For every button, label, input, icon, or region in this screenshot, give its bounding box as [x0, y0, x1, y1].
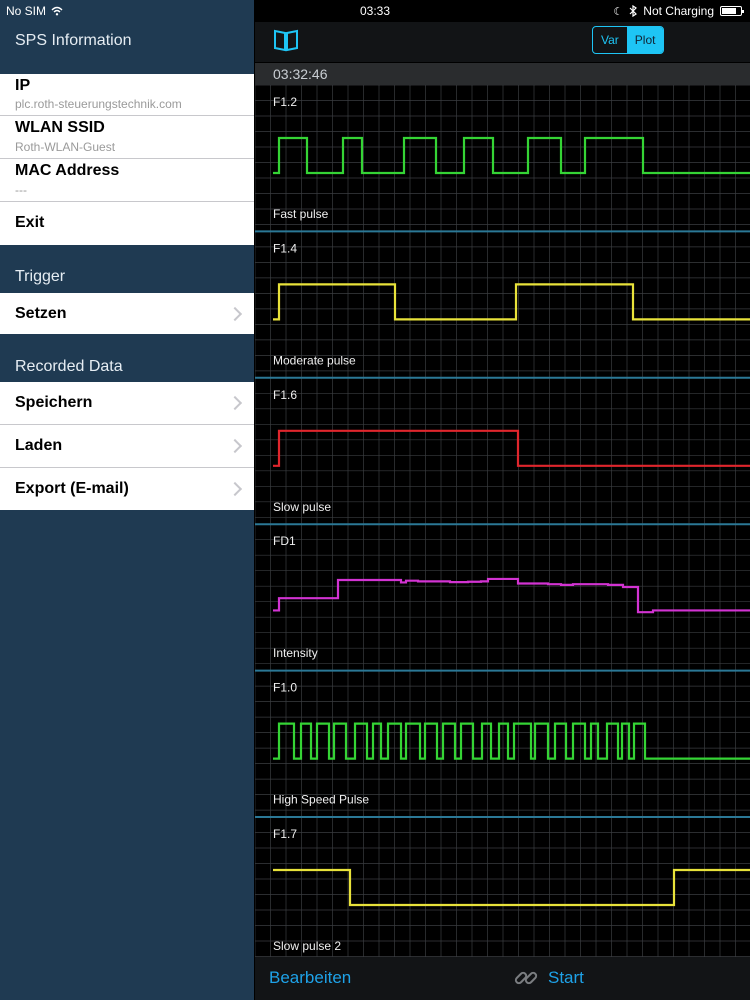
speichern-label: Speichern: [15, 394, 93, 411]
moon-icon: ☾: [613, 5, 624, 18]
section-header-recorded-data: Recorded Data: [15, 358, 123, 375]
signal-trace: [273, 868, 750, 907]
plot-f1-7: F1.7 Slow pulse 2: [255, 816, 750, 957]
ip-row[interactable]: IP plc.roth-steuerungstechnik.com: [0, 74, 254, 116]
timestamp: 03:32:46: [255, 63, 750, 85]
plot-panel: Var Plot 03:32:46 F1.2 Fast pulse F1.4 Mode…: [255, 0, 750, 1000]
speichern-row[interactable]: Speichern: [0, 382, 254, 425]
charging-status: Not Charging: [643, 4, 714, 18]
edit-button[interactable]: Bearbeiten: [269, 968, 351, 988]
section-header-sps-information: SPS Information: [15, 32, 132, 49]
status-bar: No SIM 03:33 ☾ Not Charging: [0, 0, 750, 22]
export-email-row[interactable]: Export (E-mail): [0, 468, 254, 510]
exit-label: Exit: [15, 214, 45, 231]
trigger-group: Setzen: [0, 293, 254, 334]
wlan-ssid-value: Roth-WLAN-Guest: [15, 140, 116, 154]
wlan-ssid-row[interactable]: WLAN SSID Roth-WLAN-Guest: [0, 116, 254, 159]
plot-segment[interactable]: Plot: [626, 27, 664, 53]
signal-id-label: F1.0: [273, 681, 297, 695]
wlan-ssid-label: WLAN SSID: [15, 119, 105, 136]
bottom-toolbar: Bearbeiten Start: [255, 957, 750, 1000]
ip-label: IP: [15, 77, 31, 94]
export-email-label: Export (E-mail): [15, 480, 129, 497]
sps-information-group: IP plc.roth-steuerungstechnik.com WLAN S…: [0, 74, 254, 245]
signal-name-label: Slow pulse: [273, 500, 331, 514]
laden-row[interactable]: Laden: [0, 425, 254, 468]
var-segment[interactable]: Var: [593, 27, 627, 53]
signal-trace: [273, 722, 750, 760]
plot-f1-0: F1.0 High Speed Pulse: [255, 669, 750, 817]
plot-f1-6: F1.6 Slow pulse: [255, 376, 750, 525]
signal-name-label: Moderate pulse: [273, 353, 356, 367]
laden-label: Laden: [15, 437, 63, 454]
signal-trace: [273, 577, 750, 614]
signal-name-label: High Speed Pulse: [273, 793, 369, 807]
section-header-trigger: Trigger: [15, 268, 66, 285]
battery-icon: [720, 6, 744, 16]
ip-value: plc.roth-steuerungstechnik.com: [15, 97, 182, 111]
plot-f1-2: F1.2 Fast pulse: [255, 85, 750, 232]
mac-address-label: MAC Address: [15, 162, 120, 179]
signal-id-label: F1.7: [273, 827, 297, 841]
start-button[interactable]: Start: [548, 968, 584, 988]
signal-name-label: Fast pulse: [273, 207, 329, 221]
plot-f1-4: F1.4 Moderate pulse: [255, 230, 750, 378]
exit-row[interactable]: Exit: [0, 202, 254, 245]
recorded-data-group: Speichern Laden Export (E-mail): [0, 382, 254, 510]
link-icon: [514, 971, 538, 985]
signal-id-label: F1.6: [273, 388, 297, 402]
signal-name-label: Slow pulse 2: [273, 939, 341, 953]
setzen-label: Setzen: [15, 305, 67, 322]
plot-toolbar: Var Plot: [255, 22, 750, 62]
setzen-row[interactable]: Setzen: [0, 293, 254, 334]
plot-stack: F1.2 Fast pulse F1.4 Moderate pulse F1.6 Slow…: [255, 85, 750, 957]
mac-address-value: ---: [15, 183, 27, 197]
signal-id-label: FD1: [273, 534, 296, 548]
signal-trace: [273, 429, 750, 467]
bluetooth-icon: [629, 5, 638, 17]
signal-id-label: F1.2: [273, 95, 297, 109]
chevron-right-icon: [227, 395, 243, 411]
chevron-right-icon: [227, 481, 243, 497]
signal-name-label: Intensity: [273, 646, 318, 660]
chevron-right-icon: [227, 438, 243, 454]
sidebar: SPS Information IP plc.roth-steuerungste…: [0, 0, 254, 1000]
mac-address-row[interactable]: MAC Address ---: [0, 159, 254, 202]
signal-id-label: F1.4: [273, 241, 297, 255]
var-plot-segmented-control: Var Plot: [592, 26, 665, 54]
book-icon[interactable]: [273, 28, 299, 52]
chevron-right-icon: [227, 306, 243, 321]
signal-trace: [273, 136, 750, 175]
plot-fd1: FD1 Intensity: [255, 523, 750, 671]
signal-trace: [273, 283, 750, 321]
